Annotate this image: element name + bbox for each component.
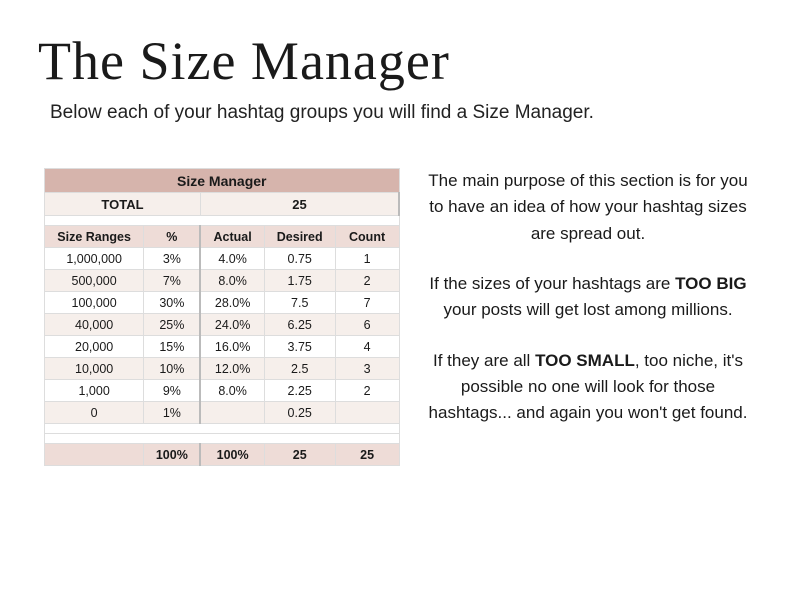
cell-count: 6 <box>335 314 399 336</box>
cell-size: 10,000 <box>45 358 144 380</box>
table-row: 10,00010%12.0%2.53 <box>45 358 400 380</box>
cell-count: 3 <box>335 358 399 380</box>
total-value: 25 <box>200 193 399 216</box>
cell-size: 0 <box>45 402 144 424</box>
table-title: Size Manager <box>45 169 400 193</box>
cell-pct: 3% <box>144 248 201 270</box>
table-row: 01% 0.25 <box>45 402 400 424</box>
col-size-ranges: Size Ranges <box>45 226 144 248</box>
paragraph-1: The main purpose of this section is for … <box>426 168 750 247</box>
size-manager-table: Size Manager TOTAL 25 Size Ranges % Actu… <box>44 168 400 466</box>
cell-size: 1,000,000 <box>45 248 144 270</box>
content-area: Size Manager TOTAL 25 Size Ranges % Actu… <box>44 168 750 466</box>
cell-actual: 12.0% <box>200 358 264 380</box>
cell-count: 7 <box>335 292 399 314</box>
cell-desired: 1.75 <box>264 270 335 292</box>
cell-size: 20,000 <box>45 336 144 358</box>
footer-actual: 100% <box>200 444 264 466</box>
cell-size: 100,000 <box>45 292 144 314</box>
cell-actual <box>200 402 264 424</box>
table-row: 100,00030%28.0%7.57 <box>45 292 400 314</box>
cell-actual: 16.0% <box>200 336 264 358</box>
cell-desired: 7.5 <box>264 292 335 314</box>
page-subtitle: Below each of your hashtag groups you wi… <box>50 102 750 124</box>
total-label: TOTAL <box>45 193 201 216</box>
cell-actual: 8.0% <box>200 270 264 292</box>
table-row: 500,0007%8.0%1.752 <box>45 270 400 292</box>
cell-count: 4 <box>335 336 399 358</box>
paragraph-2: If the sizes of your hashtags are TOO BI… <box>426 271 750 324</box>
cell-size: 40,000 <box>45 314 144 336</box>
cell-pct: 25% <box>144 314 201 336</box>
p3-bold: TOO SMALL <box>535 351 635 370</box>
cell-pct: 10% <box>144 358 201 380</box>
cell-size: 500,000 <box>45 270 144 292</box>
p2-text-c: your posts will get lost among millions. <box>443 300 732 319</box>
cell-size: 1,000 <box>45 380 144 402</box>
cell-desired: 0.25 <box>264 402 335 424</box>
p2-text-a: If the sizes of your hashtags are <box>429 274 675 293</box>
table-container: Size Manager TOTAL 25 Size Ranges % Actu… <box>44 168 400 466</box>
cell-desired: 3.75 <box>264 336 335 358</box>
cell-actual: 24.0% <box>200 314 264 336</box>
spacer <box>45 434 400 444</box>
page-title: The Size Manager <box>38 30 750 92</box>
cell-actual: 4.0% <box>200 248 264 270</box>
cell-pct: 7% <box>144 270 201 292</box>
cell-pct: 15% <box>144 336 201 358</box>
footer-desired: 25 <box>264 444 335 466</box>
cell-actual: 8.0% <box>200 380 264 402</box>
cell-pct: 30% <box>144 292 201 314</box>
cell-count: 2 <box>335 380 399 402</box>
col-desired: Desired <box>264 226 335 248</box>
table-row: 1,0009%8.0%2.252 <box>45 380 400 402</box>
cell-pct: 1% <box>144 402 201 424</box>
cell-desired: 0.75 <box>264 248 335 270</box>
cell-count: 2 <box>335 270 399 292</box>
cell-desired: 6.25 <box>264 314 335 336</box>
cell-desired: 2.5 <box>264 358 335 380</box>
paragraph-3: If they are all TOO SMALL, too niche, it… <box>426 348 750 427</box>
table-row: 1,000,0003%4.0%0.751 <box>45 248 400 270</box>
p3-text-a: If they are all <box>433 351 535 370</box>
col-count: Count <box>335 226 399 248</box>
description-text: The main purpose of this section is for … <box>426 168 750 466</box>
table-row: 40,00025%24.0%6.256 <box>45 314 400 336</box>
cell-count <box>335 402 399 424</box>
p2-bold: TOO BIG <box>675 274 746 293</box>
table-row: 20,00015%16.0%3.754 <box>45 336 400 358</box>
footer-pct: 100% <box>144 444 201 466</box>
cell-pct: 9% <box>144 380 201 402</box>
col-percent: % <box>144 226 201 248</box>
spacer <box>45 216 400 226</box>
cell-actual: 28.0% <box>200 292 264 314</box>
cell-count: 1 <box>335 248 399 270</box>
footer-count: 25 <box>335 444 399 466</box>
spacer <box>45 424 400 434</box>
footer-blank <box>45 444 144 466</box>
col-actual: Actual <box>200 226 264 248</box>
cell-desired: 2.25 <box>264 380 335 402</box>
